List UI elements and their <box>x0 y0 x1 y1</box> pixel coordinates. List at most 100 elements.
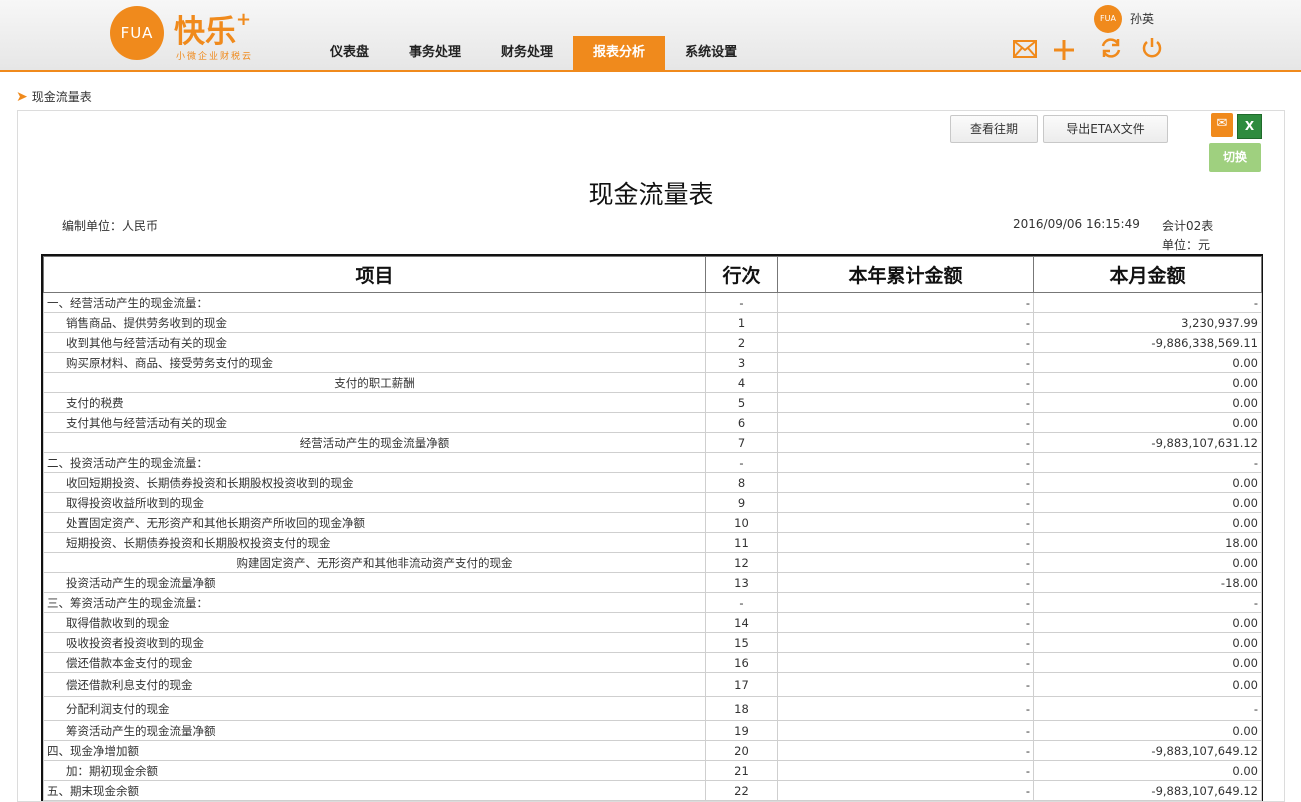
table-row: 处置固定资产、无形资产和其他长期资产所收回的现金净额 10-0.00 <box>43 512 1262 533</box>
cell-month-amount: 0.00 <box>1033 372 1262 393</box>
main-nav: 仪表盘 事务处理 财务处理 报表分析 系统设置 <box>310 36 757 70</box>
cell-line: - <box>705 452 778 473</box>
cell-month-amount: 3,230,937.99 <box>1033 312 1262 333</box>
table-row: 吸收投资者投资收到的现金 15-0.00 <box>43 632 1262 653</box>
table-row: 收回短期投资、长期债券投资和长期股权投资收到的现金 8-0.00 <box>43 472 1262 493</box>
table-row: 收到其他与经营活动有关的现金 2- -9,886,338,569.11 <box>43 332 1262 353</box>
report-panel: 查看往期 导出ETAX文件 ✉ X 切换 现金流量表 编制单位：人民币 2016… <box>17 110 1285 802</box>
cell-item: 四、现金净增加额 <box>43 740 706 761</box>
cell-line: 1 <box>705 312 778 333</box>
cell-line: 7 <box>705 432 778 453</box>
view-history-button[interactable]: 查看往期 <box>950 115 1038 143</box>
cell-year-total: - <box>777 532 1034 553</box>
cell-item: 收到其他与经营活动有关的现金 <box>43 332 706 353</box>
table-row: 三、筹资活动产生的现金流量： - - - <box>43 592 1262 613</box>
cell-month-amount: - <box>1033 696 1262 721</box>
power-icon[interactable] <box>1139 36 1165 66</box>
table-row: 支付其他与经营活动有关的现金 6-0.00 <box>43 412 1262 433</box>
cell-item: 五、期末现金余额 <box>43 780 706 801</box>
cell-month-amount: - <box>1033 292 1262 313</box>
cell-item: 取得借款收到的现金 <box>43 612 706 633</box>
cell-item: 投资活动产生的现金流量净额 <box>43 572 706 593</box>
cell-line: 17 <box>705 672 778 697</box>
switch-button[interactable]: 切换 <box>1209 143 1261 172</box>
plus-icon[interactable] <box>1051 38 1077 68</box>
nav-reports[interactable]: 报表分析 <box>573 36 666 70</box>
cell-month-amount: -9,883,107,649.12 <box>1033 780 1262 801</box>
table-row: 偿还借款本金支付的现金 16-0.00 <box>43 652 1262 673</box>
cell-line: 2 <box>705 332 778 353</box>
cell-item: 支付的职工薪酬 <box>43 372 706 393</box>
cell-item: 取得投资收益所收到的现金 <box>43 492 706 513</box>
cell-month-amount: 0.00 <box>1033 652 1262 673</box>
send-email-icon[interactable]: ✉ <box>1211 113 1233 137</box>
cell-year-total: - <box>777 412 1034 433</box>
nav-settings[interactable]: 系统设置 <box>665 36 757 70</box>
excel-export-icon[interactable]: X <box>1237 114 1262 139</box>
cell-year-total: - <box>777 452 1034 473</box>
cell-year-total: - <box>777 592 1034 613</box>
cell-month-amount: -9,883,107,631.12 <box>1033 432 1262 453</box>
cell-year-total: - <box>777 352 1034 373</box>
cashflow-table-wrapper: 项目 行次 本年累计金额 本月金额 一、经营活动产生的现金流量： - - - 销售商品、… <box>41 254 1263 801</box>
cell-year-total: - <box>777 780 1034 801</box>
breadcrumb-label[interactable]: 现金流量表 <box>32 88 92 105</box>
cell-item: 偿还借款本金支付的现金 <box>43 652 706 673</box>
report-form-no: 会计02表 <box>1162 219 1214 233</box>
mail-icon[interactable] <box>1012 40 1038 64</box>
cell-line: 19 <box>705 720 778 741</box>
cell-year-total: - <box>777 392 1034 413</box>
table-header-row: 项目 行次 本年累计金额 本月金额 <box>43 256 1262 293</box>
table-row: 偿还借款利息支付的现金 17-0.00 <box>43 672 1262 697</box>
cell-line: 13 <box>705 572 778 593</box>
cell-line: 4 <box>705 372 778 393</box>
cell-month-amount: 0.00 <box>1033 612 1262 633</box>
export-etax-button[interactable]: 导出ETAX文件 <box>1043 115 1168 143</box>
logo[interactable]: FUA <box>110 6 164 60</box>
table-row: 加：期初现金余额 21-0.00 <box>43 760 1262 781</box>
nav-dashboard[interactable]: 仪表盘 <box>310 36 389 70</box>
cell-month-amount: 0.00 <box>1033 552 1262 573</box>
cell-item: 支付的税费 <box>43 392 706 413</box>
cell-line: 18 <box>705 696 778 721</box>
cell-line: 20 <box>705 740 778 761</box>
cell-item: 分配利润支付的现金 <box>43 696 706 721</box>
table-row: 筹资活动产生的现金流量净额 19-0.00 <box>43 720 1262 741</box>
brand-plus: + <box>236 8 252 30</box>
cell-line: 3 <box>705 352 778 373</box>
table-row: 分配利润支付的现金 18- - <box>43 696 1262 721</box>
user-name[interactable]: 孙英 <box>1130 10 1154 27</box>
brand-name: 快乐+ <box>174 6 251 51</box>
breadcrumb-arrow-icon: ➤ <box>16 88 28 105</box>
cell-item: 销售商品、提供劳务收到的现金 <box>43 312 706 333</box>
table-row: 投资活动产生的现金流量净额 13- -18.00 <box>43 572 1262 593</box>
cell-month-amount: -9,886,338,569.11 <box>1033 332 1262 353</box>
cell-year-total: - <box>777 472 1034 493</box>
table-row: 取得借款收到的现金 14-0.00 <box>43 612 1262 633</box>
cell-month-amount: 0.00 <box>1033 720 1262 741</box>
refresh-icon[interactable] <box>1098 36 1124 66</box>
table-row: 经营活动产生的现金流量净额 7- -9,883,107,631.12 <box>43 432 1262 453</box>
nav-finance[interactable]: 财务处理 <box>481 36 573 70</box>
table-row: 支付的税费 5-0.00 <box>43 392 1262 413</box>
cell-month-amount: -9,883,107,649.12 <box>1033 740 1262 761</box>
cell-item: 经营活动产生的现金流量净额 <box>43 432 706 453</box>
cell-year-total: - <box>777 760 1034 781</box>
nav-transactions[interactable]: 事务处理 <box>389 36 481 70</box>
cell-item: 收回短期投资、长期债券投资和长期股权投资收到的现金 <box>43 472 706 493</box>
cell-year-total: - <box>777 512 1034 533</box>
cell-line: 11 <box>705 532 778 553</box>
cell-line: 16 <box>705 652 778 673</box>
cell-month-amount: 0.00 <box>1033 472 1262 493</box>
cell-month-amount: - <box>1033 592 1262 613</box>
report-org-unit: 编制单位：人民币 <box>62 219 159 233</box>
cell-line: 21 <box>705 760 778 781</box>
table-row: 购买原材料、商品、接受劳务支付的现金 3-0.00 <box>43 352 1262 373</box>
cell-line: - <box>705 592 778 613</box>
user-avatar[interactable]: FUA <box>1094 5 1122 33</box>
table-row: 购建固定资产、无形资产和其他非流动资产支付的现金 12-0.00 <box>43 552 1262 573</box>
cell-item: 三、筹资活动产生的现金流量： <box>43 592 706 613</box>
col-header-line: 行次 <box>705 256 778 293</box>
table-row: 短期投资、长期债券投资和长期股权投资支付的现金 11-18.00 <box>43 532 1262 553</box>
cell-month-amount: 0.00 <box>1033 760 1262 781</box>
